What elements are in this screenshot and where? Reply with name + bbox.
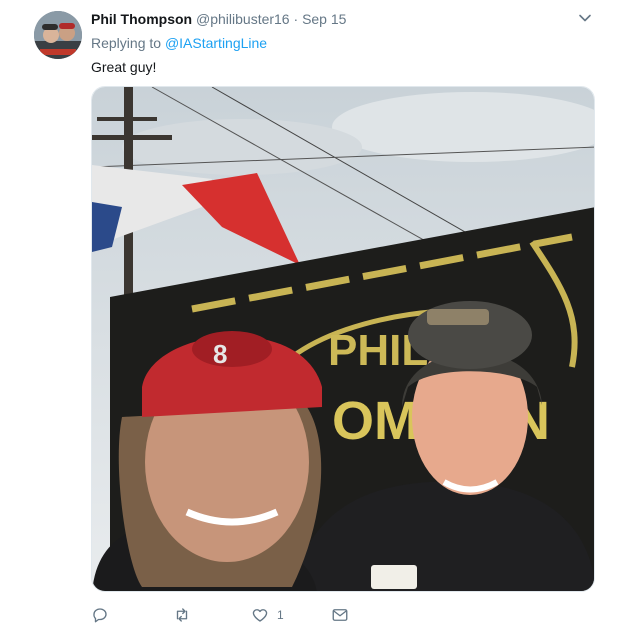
tweet-text: Great guy! <box>91 59 157 75</box>
retweet-button[interactable] <box>173 604 199 626</box>
cap-logo: 8 <box>213 339 227 369</box>
author-name[interactable]: Phil Thompson <box>91 11 192 27</box>
author-handle[interactable]: @philibuster16 <box>196 11 290 27</box>
separator-dot: · <box>293 11 299 27</box>
avatar-image <box>34 11 82 59</box>
reply-button[interactable] <box>91 604 117 626</box>
tweet-date[interactable]: Sep 15 <box>302 11 346 27</box>
tweet-actions: 1 <box>91 604 511 626</box>
replying-to: Replying to @IAStartingLine <box>91 34 267 52</box>
direct-message-button[interactable] <box>331 604 349 626</box>
retweet-icon <box>176 608 188 622</box>
chevron-down-icon[interactable] <box>577 10 593 26</box>
like-button[interactable]: 1 <box>251 604 284 626</box>
replying-prefix: Replying to <box>91 35 162 51</box>
reply-icon <box>93 608 107 623</box>
message-icon <box>332 609 348 621</box>
like-count: 1 <box>277 608 284 622</box>
avatar[interactable] <box>34 11 82 59</box>
tweet-header: Phil Thompson @philibuster16 · Sep 15 <box>91 10 587 30</box>
photo-selfie: PHIL OMP ON 8 <box>92 87 594 591</box>
heart-icon <box>252 609 268 622</box>
replying-to-link[interactable]: @IAStartingLine <box>165 35 267 51</box>
tweet-photo[interactable]: PHIL OMP ON 8 <box>91 86 595 592</box>
